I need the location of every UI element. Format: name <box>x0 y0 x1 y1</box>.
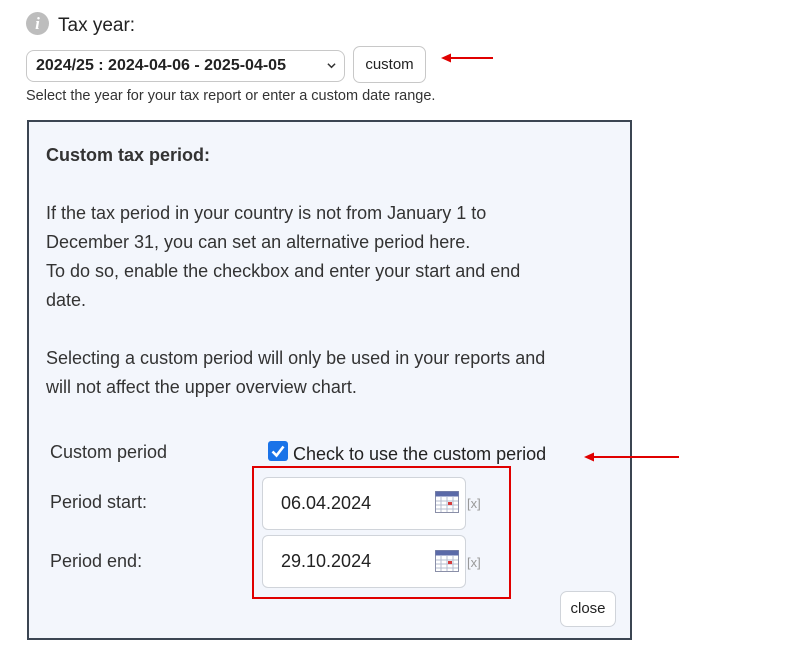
annotation-arrow-top <box>441 53 493 63</box>
custom-period-label: Custom period <box>50 442 168 462</box>
tax-year-select[interactable]: 2024/25 : 2024-04-06 - 2025-04-05 <box>26 50 345 82</box>
annotation-arrow-checkbox <box>584 452 679 462</box>
info-icon[interactable]: i <box>26 12 49 35</box>
custom-period-checkbox-label[interactable]: Check to use the custom period <box>293 444 546 465</box>
tax-year-selected-value: 2024/25 : 2024-04-06 - 2025-04-05 <box>36 57 286 74</box>
custom-button[interactable]: custom <box>353 46 426 83</box>
checkmark-icon <box>271 445 285 458</box>
panel-title: Custom tax period: <box>46 145 211 165</box>
tax-year-hint: Select the year for your tax report or e… <box>26 88 436 104</box>
close-button[interactable]: close <box>560 591 616 627</box>
tax-year-label: Tax year: <box>58 15 136 36</box>
panel-description-2: Selecting a custom period will only be u… <box>46 348 546 397</box>
annotation-highlight-box <box>252 466 511 599</box>
chevron-down-icon <box>327 63 336 69</box>
period-start-label: Period start: <box>50 492 148 512</box>
panel-description-1: If the tax period in your country is not… <box>46 203 521 310</box>
custom-period-panel: Custom tax period: If the tax period in … <box>27 120 632 640</box>
custom-period-checkbox[interactable] <box>268 441 288 461</box>
period-end-label: Period end: <box>50 551 143 571</box>
